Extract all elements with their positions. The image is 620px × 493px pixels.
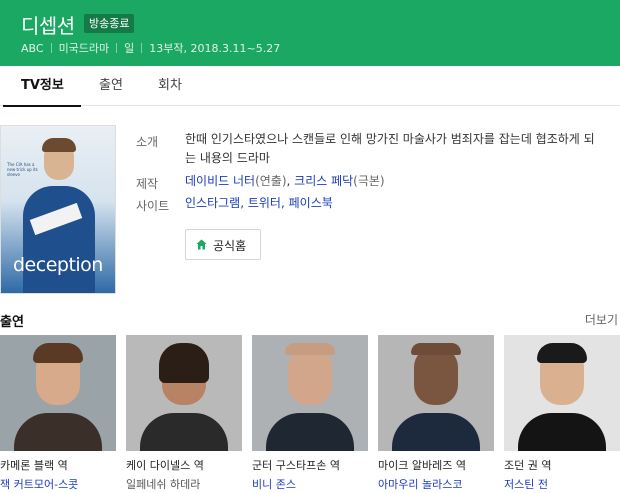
photo-hair	[411, 343, 461, 355]
meta-day: 일	[124, 42, 135, 55]
photo-hair	[537, 343, 587, 363]
program-title[interactable]: 디셉션	[21, 10, 75, 39]
cast-actor: 일페네쉬 하데라	[126, 478, 201, 491]
poster-logo: deception	[13, 254, 103, 276]
cast-actor-link[interactable]: 아마우리 놀라스코	[378, 476, 462, 492]
cast-photo	[126, 335, 242, 451]
more-link[interactable]: 더보기	[585, 311, 618, 328]
poster-hair	[42, 138, 76, 152]
meta-episodes-period: 13부작, 2018.3.11~5.27	[149, 42, 281, 55]
cast-role: 카메론 블랙 역	[0, 459, 68, 472]
program-poster[interactable]: The CIA has a new trick up its sleeve de…	[0, 125, 116, 294]
photo-hair	[159, 343, 209, 383]
tab-tv-info[interactable]: TV정보	[3, 66, 81, 107]
meta-genre: 미국드라마	[58, 42, 110, 55]
photo-body	[392, 413, 480, 451]
cast-photo	[378, 335, 494, 451]
writer-link[interactable]: 크리스 페닥	[294, 174, 353, 188]
director-role: (연출)	[255, 174, 287, 188]
photo-face	[414, 347, 458, 405]
photo-body	[140, 413, 228, 451]
tab-cast[interactable]: 출연	[99, 66, 123, 106]
site-separator: ,	[280, 196, 289, 210]
meta-network: ABC	[21, 42, 44, 55]
photo-body	[266, 413, 354, 451]
credits-separator: ,	[286, 174, 295, 188]
official-home-button[interactable]: 공식홈	[185, 229, 261, 260]
cast-role: 군터 구스타프손 역	[252, 459, 340, 472]
cast-actor-link[interactable]: 비니 존스	[252, 476, 296, 492]
photo-face	[288, 347, 332, 405]
status-badge: 방송종료	[84, 14, 135, 33]
cast-actor-link[interactable]: 잭 커트모어-스콧	[0, 476, 78, 492]
instagram-link[interactable]: 인스타그램	[185, 196, 240, 210]
cast-photo	[0, 335, 116, 451]
meta-divider	[116, 43, 118, 53]
cast-actor-link[interactable]: 저스틴 전	[504, 476, 548, 492]
writer-role: (극본)	[353, 174, 385, 188]
photo-body	[14, 413, 102, 451]
site-separator: ,	[240, 196, 248, 210]
production-credits: 데이비드 너터(연출), 크리스 페닥(극본)	[185, 172, 385, 191]
poster-figure	[23, 186, 95, 293]
program-header: 디셉션 방송종료 ABC 미국드라마 일 13부작, 2018.3.11~5.27	[0, 0, 620, 66]
cast-section-title: 출연	[0, 315, 24, 330]
meta-divider	[141, 43, 143, 53]
facebook-link[interactable]: 페이스북	[289, 196, 333, 210]
synopsis-label: 소개	[136, 135, 159, 149]
tab-bar: TV정보 출연 회차	[0, 66, 620, 107]
cast-role: 마이크 알바레즈 역	[378, 459, 466, 472]
photo-hair	[33, 343, 83, 363]
cast-card[interactable]: 케이 다이넬스 역 일페네쉬 하데라	[126, 335, 242, 491]
director-link[interactable]: 데이비드 너터	[185, 174, 255, 188]
cast-role: 케이 다이넬스 역	[126, 459, 204, 472]
cast-photo	[504, 335, 620, 451]
synopsis-text: 한때 인기스타였으나 스캔들로 인해 망가진 마술사가 범죄자를 잡는데 협조하…	[185, 132, 595, 165]
site-label: 사이트	[136, 199, 170, 213]
cast-card[interactable]: 마이크 알바레즈 역 아마우리 놀라스코	[378, 335, 494, 491]
production-label: 제작	[136, 177, 159, 191]
program-meta: ABC 미국드라마 일 13부작, 2018.3.11~5.27	[21, 40, 280, 56]
official-home-label: 공식홈	[213, 239, 247, 253]
site-links: 인스타그램, 트위터, 페이스북	[185, 194, 333, 213]
cast-card[interactable]: 군터 구스타프손 역 비니 존스	[252, 335, 368, 491]
poster-tagline: The CIA has a new trick up its sleeve	[7, 162, 38, 177]
meta-divider	[50, 43, 52, 53]
tab-episodes[interactable]: 회차	[158, 66, 182, 106]
photo-hair	[285, 343, 335, 355]
cast-card[interactable]: 조던 권 역 저스틴 전	[504, 335, 620, 491]
cast-role: 조던 권 역	[504, 459, 552, 472]
photo-body	[518, 413, 606, 451]
home-icon	[196, 239, 207, 250]
cast-card[interactable]: 카메론 블랙 역 잭 커트모어-스콧	[0, 335, 116, 491]
twitter-link[interactable]: 트위터	[248, 196, 281, 210]
cast-photo	[252, 335, 368, 451]
